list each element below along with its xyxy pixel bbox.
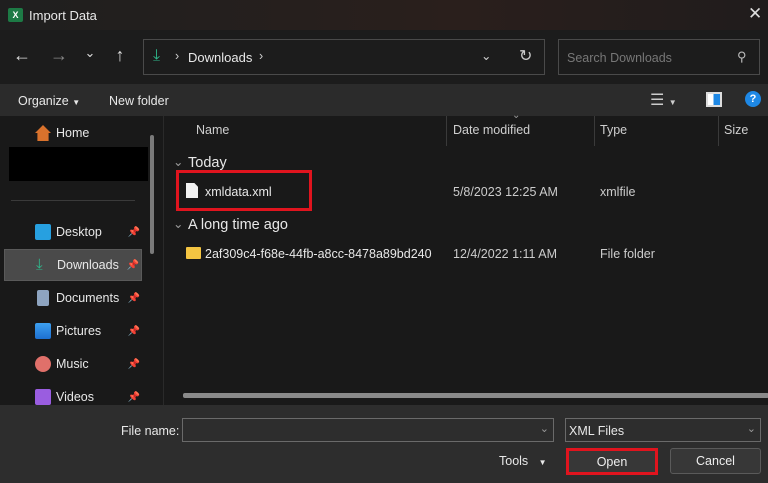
command-bar: Organize ▼ New folder ☰ ▼ ? [0,84,768,116]
up-button[interactable]: ↑ [108,45,132,66]
file-list: Name ⌄ Date modified Type Size ⌄ Today x… [163,110,768,405]
search-box[interactable]: Search Downloads ⚲ [558,39,760,75]
group-today[interactable]: Today [188,155,227,171]
sidebar-item-music[interactable]: Music 📌 [4,348,142,380]
navigation-pane: Home Desktop 📌 ⤓ Downloads 📌 Documents 📌 Pic… [0,116,160,405]
pin-icon[interactable]: 📌 [128,227,140,238]
dialog-footer: File name: ⌄ XML Files ⌄ Tools ▼ Open Ca… [0,405,768,483]
redacted-area [9,147,148,181]
group-long-time-ago[interactable]: A long time ago [188,217,288,233]
sidebar-item-documents[interactable]: Documents 📌 [4,282,142,314]
divider [11,200,135,201]
sort-chevron-icon: ⌄ [512,110,521,121]
close-button[interactable]: ✕ [748,4,762,24]
column-header-type[interactable]: Type [600,123,627,137]
folder-icon [186,247,201,259]
window-title: Import Data [29,8,97,23]
address-dropdown-icon[interactable]: ⌄ [481,48,491,63]
desktop-icon [35,224,51,240]
group-chevron-icon[interactable]: ⌄ [173,154,183,169]
pictures-icon [35,323,51,339]
sidebar-scrollbar[interactable] [150,135,154,254]
file-icon [186,183,198,198]
back-button[interactable]: ← [10,45,34,66]
file-row[interactable]: xmldata.xml 5/8/2023 12:25 AM xmlfile [164,180,768,204]
column-header-date[interactable]: Date modified [453,123,530,137]
title-bar: X Import Data ✕ [0,0,768,30]
organize-label: Organize [18,94,69,108]
tools-label: Tools [499,454,529,468]
cancel-label: Cancel [696,454,735,468]
home-icon [35,125,51,141]
chevron-down-icon[interactable]: ⌄ [540,422,549,435]
horizontal-scrollbar[interactable] [183,393,768,398]
organize-button[interactable]: Organize ▼ [18,94,80,108]
tools-button[interactable]: Tools ▼ [499,454,547,468]
videos-icon [35,389,51,405]
file-type: File folder [600,247,655,261]
view-options-icon[interactable]: ☰ ▼ [650,90,677,110]
refresh-icon[interactable]: ↻ [519,46,532,66]
file-type-value: XML Files [569,424,625,438]
open-button[interactable]: Open [566,448,658,475]
chevron-right-icon: › [175,49,180,63]
column-divider[interactable] [718,116,719,146]
chevron-down-icon: ⌄ [746,423,756,435]
downloads-icon: ⤓ [36,256,43,273]
pin-icon[interactable]: 📌 [128,359,140,370]
file-date: 5/8/2023 12:25 AM [453,185,558,199]
excel-icon: X [8,8,23,22]
column-divider[interactable] [594,116,595,146]
sidebar-item-home[interactable]: Home [4,117,142,149]
file-date: 12/4/2022 1:11 AM [453,247,558,261]
new-folder-button[interactable]: New folder [109,94,169,108]
preview-pane-icon[interactable] [706,92,722,107]
pin-icon[interactable]: 📌 [128,392,140,403]
downloads-icon: ⤓ [153,47,161,64]
group-chevron-icon[interactable]: ⌄ [173,216,183,231]
music-icon [35,356,51,372]
address-bar[interactable]: ⤓ › Downloads › ⌄ ↻ [143,39,545,75]
sidebar-item-downloads[interactable]: ⤓ Downloads 📌 [4,249,142,281]
file-name: 2af309c4-f68e-44fb-a8cc-8478a89bd240 [205,247,432,261]
open-label: Open [596,454,628,469]
cancel-button[interactable]: Cancel [670,448,761,474]
navigation-bar: ← → ⌄ ↑ ⤓ › Downloads › ⌄ ↻ Search Downl… [0,30,768,84]
file-row[interactable]: 2af309c4-f68e-44fb-a8cc-8478a89bd240 12/… [164,242,768,266]
forward-button[interactable]: → [47,45,71,66]
pin-icon[interactable]: 📌 [128,293,140,304]
file-name-label: File name: [121,424,180,438]
recent-locations-button[interactable]: ⌄ [78,45,102,61]
file-name: xmldata.xml [205,185,272,199]
sidebar-item-desktop[interactable]: Desktop 📌 [4,216,142,248]
pin-icon[interactable]: 📌 [127,260,139,271]
column-divider[interactable] [446,116,447,146]
sidebar-item-pictures[interactable]: Pictures 📌 [4,315,142,347]
column-header-size[interactable]: Size [724,123,748,137]
chevron-right-icon: › [259,49,264,63]
pin-icon[interactable]: 📌 [128,326,140,337]
search-input[interactable]: Search Downloads [567,51,672,65]
file-name-input[interactable]: ⌄ [182,418,554,442]
file-type: xmlfile [600,185,636,199]
file-type-select[interactable]: XML Files ⌄ [565,418,761,442]
help-icon[interactable]: ? [745,91,761,107]
search-icon: ⚲ [737,49,747,64]
documents-icon [37,290,49,306]
breadcrumb-downloads[interactable]: Downloads [188,50,252,65]
column-header-name[interactable]: Name [196,123,229,137]
